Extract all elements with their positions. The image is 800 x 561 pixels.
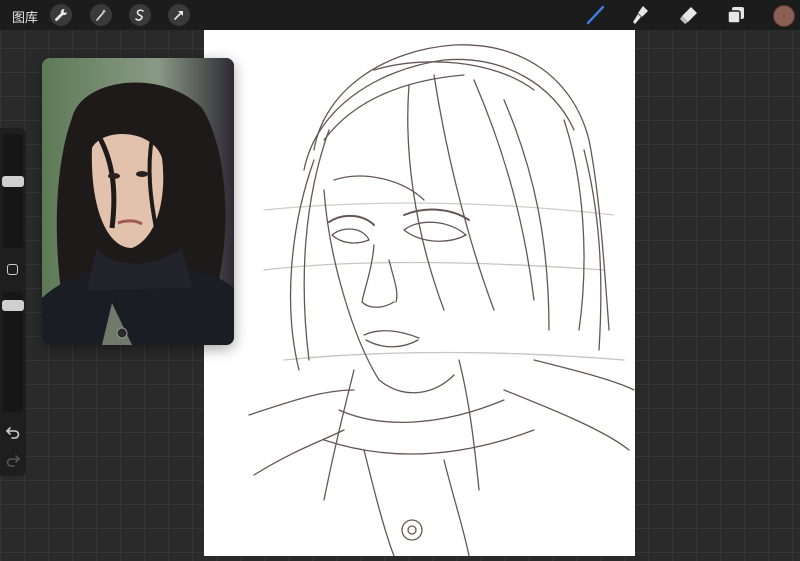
layers-icon (727, 7, 744, 24)
adjustments-button[interactable] (90, 4, 112, 26)
sidebar (0, 128, 26, 476)
gallery-button[interactable]: 图库 (12, 7, 38, 26)
top-toolbar: 图库 (0, 0, 800, 30)
opacity-slider[interactable] (2, 292, 24, 412)
selection-s-icon (135, 9, 144, 21)
wrench-icon (55, 8, 68, 21)
brush-size-thumb[interactable] (2, 176, 24, 187)
opacity-thumb[interactable] (2, 300, 24, 311)
brush-button[interactable] (583, 3, 607, 27)
smudge-button[interactable] (629, 3, 653, 27)
smudge-icon (633, 6, 648, 24)
modify-button[interactable] (7, 264, 18, 275)
redo-icon[interactable] (5, 452, 21, 468)
eraser-button[interactable] (676, 3, 700, 27)
eraser-icon (680, 7, 697, 24)
undo-icon[interactable] (5, 424, 21, 440)
transform-button[interactable] (168, 4, 190, 26)
selection-button[interactable] (129, 4, 151, 26)
magic-wand-icon (96, 9, 107, 21)
portrait-sketch (248, 44, 635, 557)
actions-button[interactable] (50, 4, 72, 26)
transform-arrow-icon (174, 11, 183, 20)
layers-button[interactable] (724, 3, 748, 27)
drawing-canvas[interactable] (204, 30, 635, 557)
color-picker-button[interactable] (773, 5, 795, 27)
reference-window[interactable] (42, 58, 234, 345)
reference-photo (42, 58, 234, 345)
brush-icon (586, 5, 605, 25)
brush-size-slider[interactable] (2, 134, 24, 248)
